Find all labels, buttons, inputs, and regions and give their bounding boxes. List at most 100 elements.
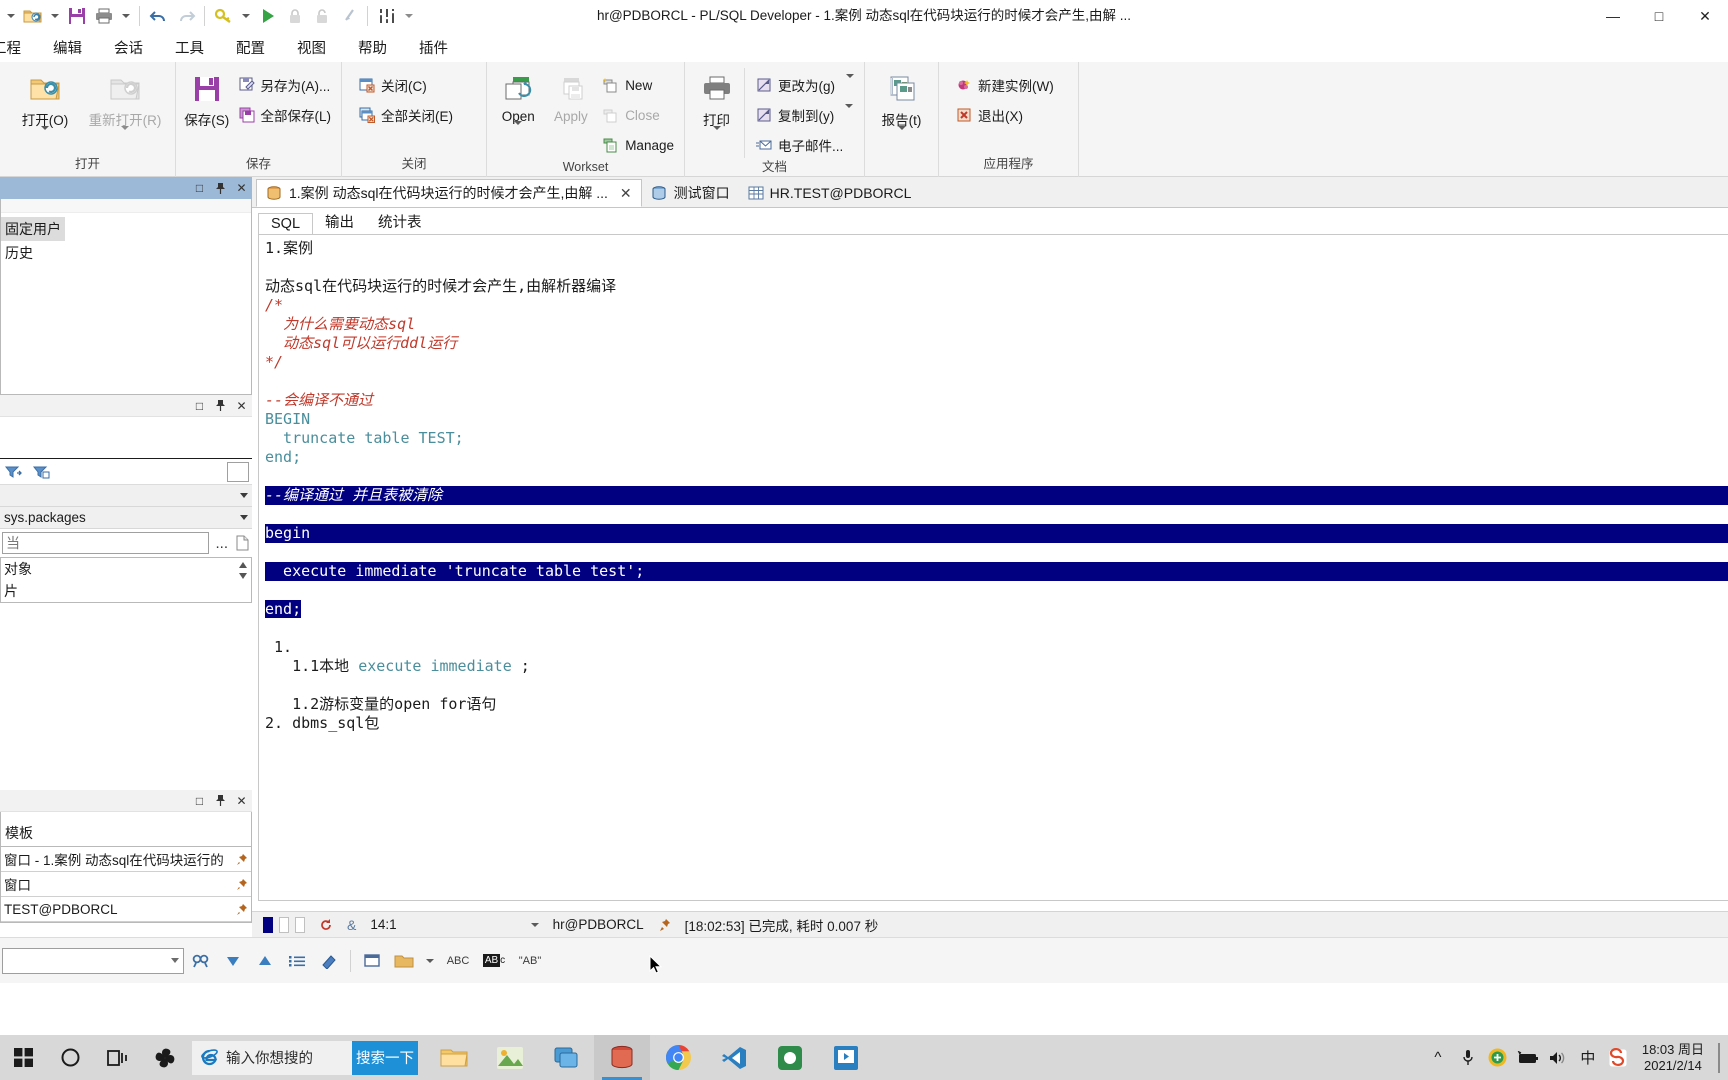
- menu-plugins[interactable]: 插件: [403, 34, 464, 61]
- task-view-button[interactable]: [94, 1035, 141, 1080]
- window-list-item-3[interactable]: TEST@PDBORCL: [1, 897, 251, 922]
- browser-tree-item-fragment[interactable]: 片: [1, 580, 251, 602]
- sessions-item-history[interactable]: 历史: [1, 241, 251, 265]
- report-button[interactable]: 报告(t): [871, 68, 932, 145]
- pin-icon-w1[interactable]: [236, 853, 248, 866]
- status-pin-icon[interactable]: [651, 913, 678, 937]
- abc-icon[interactable]: ABC: [441, 946, 475, 976]
- workset-new-button[interactable]: New: [598, 72, 678, 98]
- menu-session[interactable]: 会话: [98, 34, 159, 61]
- tab-close-icon[interactable]: ✕: [620, 185, 632, 202]
- open-folder-icon[interactable]: [19, 2, 46, 30]
- abc-invert-icon[interactable]: AB c: [477, 946, 511, 976]
- break-icon[interactable]: [335, 2, 362, 30]
- blue-media-app[interactable]: [818, 1035, 874, 1080]
- search-input[interactable]: 输入你想搜的: [192, 1040, 352, 1075]
- search-button[interactable]: 搜索一下: [352, 1040, 418, 1075]
- dropdown-caret[interactable]: [2, 2, 19, 30]
- key-icon[interactable]: [210, 2, 237, 30]
- open-dropdown-caret[interactable]: [41, 126, 49, 145]
- close-panel-icon-3[interactable]: ✕: [235, 794, 248, 808]
- email-button[interactable]: 电子邮件...: [751, 132, 858, 158]
- maximize-button[interactable]: □: [1636, 0, 1682, 32]
- window-list-item-1[interactable]: 窗口 - 1.案例 动态sql在代码块运行的: [1, 847, 251, 872]
- print-dropdown-caret[interactable]: [712, 126, 721, 145]
- reopen-button[interactable]: 重新打开(R): [86, 68, 164, 145]
- close-doc-button[interactable]: 关闭(C): [354, 72, 457, 98]
- eraser-icon[interactable]: [314, 946, 344, 976]
- restore-icon[interactable]: □: [193, 181, 206, 195]
- window-list-item-2[interactable]: 窗口: [1, 872, 251, 897]
- save-all-button[interactable]: 全部保存(L): [234, 102, 336, 128]
- settings-sliders-icon[interactable]: [373, 2, 400, 30]
- ime-icon[interactable]: 中: [1574, 1035, 1602, 1080]
- exit-button[interactable]: 退出(X): [951, 102, 1058, 128]
- find-prev-icon[interactable]: [250, 946, 280, 976]
- browser-search-more-button[interactable]: ...: [215, 535, 228, 552]
- browser-option-box[interactable]: [227, 461, 249, 482]
- close-button[interactable]: ✕: [1682, 0, 1728, 32]
- menu-tools[interactable]: 工具: [159, 34, 220, 61]
- save-button[interactable]: 保存(S): [182, 68, 232, 129]
- photos-app[interactable]: [482, 1035, 538, 1080]
- save-icon[interactable]: [63, 2, 90, 30]
- filter-icon[interactable]: [4, 464, 22, 480]
- tab-hr-test-table[interactable]: HR.TEST@PDBORCL: [738, 179, 921, 207]
- restore-icon-3[interactable]: □: [193, 794, 206, 808]
- start-button[interactable]: [0, 1035, 47, 1080]
- battery-icon[interactable]: [1514, 1035, 1542, 1080]
- virtualbox-app[interactable]: [538, 1035, 594, 1080]
- change-to-button[interactable]: 更改为(g): [751, 72, 858, 98]
- browser-tree-item-objects[interactable]: 对象: [1, 558, 251, 580]
- menu-help[interactable]: 帮助: [342, 34, 403, 61]
- new-instance-button[interactable]: 新建实例(W): [951, 72, 1058, 98]
- cortana-button[interactable]: [47, 1035, 94, 1080]
- browser-search-input[interactable]: 当: [2, 532, 210, 554]
- redo-icon[interactable]: [172, 2, 199, 30]
- subtab-sql[interactable]: SQL: [258, 213, 314, 235]
- vscode-app[interactable]: [706, 1035, 762, 1080]
- mic-icon[interactable]: [1454, 1035, 1482, 1080]
- save-as-button[interactable]: 另存为(A)...: [234, 72, 336, 98]
- chrome-app[interactable]: [650, 1035, 706, 1080]
- menu-edit[interactable]: 编辑: [37, 34, 98, 61]
- menu-configure[interactable]: 配置: [220, 34, 281, 61]
- browser-tree[interactable]: 对象 片: [0, 557, 252, 603]
- find-combo[interactable]: [2, 947, 184, 974]
- file-explorer-app[interactable]: [426, 1035, 482, 1080]
- menu-view[interactable]: 视图: [281, 34, 342, 61]
- tab-sql-window[interactable]: 1.案例 动态sql在代码块运行的时候才会产生,由解 ... ✕: [256, 179, 642, 207]
- restore-icon-2[interactable]: □: [193, 399, 206, 413]
- workset-apply-button[interactable]: Apply: [546, 68, 597, 124]
- workset-open-button[interactable]: Open: [493, 68, 544, 140]
- tab-test-window[interactable]: 测试窗口: [641, 179, 739, 207]
- pin-icon-w3[interactable]: [236, 903, 248, 916]
- copy-to-dropdown-caret[interactable]: [845, 103, 854, 123]
- find-icon[interactable]: [186, 946, 216, 976]
- browser-schema-combo[interactable]: sys.packages: [0, 507, 252, 529]
- undo-icon[interactable]: [145, 2, 172, 30]
- subtab-output[interactable]: 输出: [313, 209, 366, 234]
- key-dropdown-caret[interactable]: [237, 2, 254, 30]
- list-icon[interactable]: [282, 946, 312, 976]
- subtab-statistics[interactable]: 统计表: [366, 209, 434, 234]
- minimize-button[interactable]: —: [1590, 0, 1636, 32]
- sogou-pinwheel-icon[interactable]: [141, 1035, 188, 1080]
- copy-to-button[interactable]: 复制到(y): [751, 102, 858, 128]
- filter-add-icon[interactable]: [32, 464, 50, 480]
- sessions-item-fixed-user[interactable]: 固定用户: [1, 217, 65, 241]
- database-app[interactable]: [594, 1035, 650, 1080]
- show-desktop-button[interactable]: [1714, 1035, 1724, 1080]
- close-panel-icon-2[interactable]: ✕: [235, 399, 248, 413]
- find-next-icon[interactable]: [218, 946, 248, 976]
- unlock-icon[interactable]: [308, 2, 335, 30]
- workset-close-button[interactable]: Close: [598, 102, 678, 128]
- folder-dropdown-caret[interactable]: [421, 946, 439, 976]
- more-caret[interactable]: [400, 2, 417, 30]
- sogou-icon[interactable]: [1604, 1035, 1632, 1080]
- run-icon[interactable]: [254, 2, 281, 30]
- open-dropdown-caret[interactable]: [46, 2, 63, 30]
- reopen-dropdown-caret[interactable]: [121, 126, 129, 145]
- taskbar-clock[interactable]: 18:03 周日 2021/2/14: [1634, 1042, 1712, 1074]
- green-app[interactable]: [762, 1035, 818, 1080]
